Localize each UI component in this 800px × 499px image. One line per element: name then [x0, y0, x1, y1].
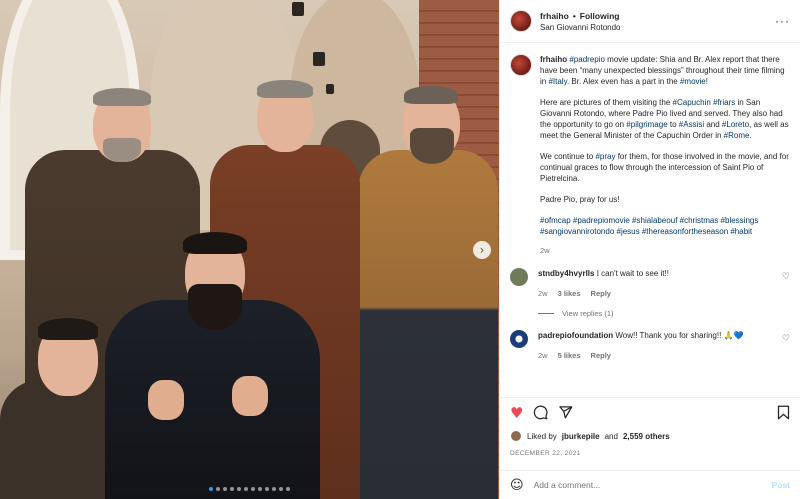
caption-hashtags[interactable]: #ofmcap #padrepiomovie #shialabeouf #chr… [540, 215, 790, 237]
carousel-dot [258, 487, 262, 491]
hashtag-link[interactable]: #padrepio [569, 55, 605, 64]
location-link[interactable]: San Giovanni Rotondo [540, 23, 621, 32]
next-slide-button[interactable]: › [473, 241, 491, 259]
view-replies-label: View replies (1) [562, 309, 614, 318]
caption-username[interactable]: frhaiho [540, 55, 567, 64]
commenter-username[interactable]: stndby4hvyrlls [538, 269, 594, 278]
hashtag-link[interactable]: #Capuchin [673, 98, 711, 107]
heart-outline-icon[interactable]: ♡ [782, 334, 790, 344]
add-comment-bar: ☺ Add a comment... Post [500, 470, 800, 499]
heart-filled-icon[interactable]: ♥ [510, 406, 523, 421]
carousel-dot [216, 487, 220, 491]
post-header: frhaiho • Following San Giovanni Rotondo… [500, 0, 800, 43]
commenter-avatar[interactable] [510, 268, 528, 286]
liker-username[interactable]: jburkepile [562, 432, 600, 441]
caption-text: . Br. Alex even has a part in the [566, 77, 680, 86]
comment-age[interactable]: 2w [538, 350, 548, 361]
caption-text: to [667, 120, 679, 129]
carousel-dot [279, 487, 283, 491]
carousel-dot [223, 487, 227, 491]
likes-others-link[interactable]: 2,559 others [623, 432, 670, 441]
hashtag-link[interactable]: #Loreto [722, 120, 749, 129]
caption-text: Here are pictures of them visiting the [540, 98, 673, 107]
post-date[interactable]: DECEMBER 22, 2021 [510, 450, 581, 457]
heart-outline-icon[interactable]: ♡ [782, 272, 790, 282]
comment-text: Wow!! Thank you for sharing!! 🙏💙 [615, 331, 744, 340]
comment-text: I can't wait to see it!! [596, 269, 669, 278]
share-icon[interactable] [558, 405, 573, 423]
separator-dot: • [572, 10, 576, 21]
post-button[interactable]: Post [772, 480, 790, 490]
carousel-dot [244, 487, 248, 491]
more-options-icon[interactable]: ··· [775, 14, 790, 28]
likes-and: and [604, 431, 618, 441]
instagram-post-modal: › frhaiho • Following San Giovanni Roton… [0, 0, 800, 499]
view-replies-button[interactable]: View replies (1) [538, 309, 790, 318]
hashtag-link[interactable]: #pilgrimage [626, 120, 667, 129]
carousel-dot [272, 487, 276, 491]
reply-button[interactable]: Reply [591, 350, 611, 361]
post-side-panel: frhaiho • Following San Giovanni Rotondo… [499, 0, 800, 499]
caption-paragraph-4: Padre Pio, pray for us! [540, 195, 620, 204]
caption-paragraph-1: #padrepio movie update: Shia and Br. Ale… [540, 55, 785, 86]
comment-likes[interactable]: 3 likes [558, 288, 581, 299]
hashtag-link[interactable]: #Italy [548, 77, 567, 86]
author-avatar[interactable] [510, 10, 532, 32]
commenter-avatar[interactable] [510, 330, 528, 348]
reply-button[interactable]: Reply [591, 288, 611, 299]
carousel-dot [286, 487, 290, 491]
hashtag-link[interactable]: #movie [680, 77, 706, 86]
carousel-dot [237, 487, 241, 491]
comment-age[interactable]: 2w [538, 288, 548, 299]
hashtag-link[interactable]: #Assisi [679, 120, 704, 129]
comment-item: stndby4hvyrlls I can't wait to see it!! … [510, 268, 790, 299]
caption-paragraph-2: Here are pictures of them visiting the #… [540, 97, 790, 141]
carousel-dots [0, 487, 499, 491]
ceiling-lamp [326, 84, 334, 94]
divider [538, 313, 554, 314]
ceiling-lamp [292, 2, 304, 16]
carousel-dot [265, 487, 269, 491]
following-button[interactable]: Following [580, 11, 620, 21]
comment-likes[interactable]: 5 likes [558, 350, 581, 361]
carousel-dot [230, 487, 234, 491]
hashtag-link[interactable]: #pray [595, 152, 615, 161]
carousel-dot [209, 487, 213, 491]
liker-avatar[interactable] [510, 430, 522, 442]
comments-scroll-area[interactable]: frhaiho #padrepio movie update: Shia and… [500, 44, 800, 397]
caption-text: We continue to [540, 152, 596, 161]
caption-age[interactable]: 2w [540, 245, 790, 256]
ceiling-lamp [313, 52, 325, 66]
caption-text: and [704, 120, 722, 129]
commenter-username[interactable]: padrepiofoundation [538, 331, 613, 340]
carousel-dot [251, 487, 255, 491]
hashtag-link[interactable]: #friars [713, 98, 735, 107]
comment-icon[interactable] [533, 405, 548, 423]
caption-text: ! [705, 77, 708, 86]
post-photo: › [0, 0, 499, 499]
author-avatar[interactable] [510, 54, 532, 76]
add-comment-input[interactable]: Add a comment... [534, 480, 601, 490]
comment-item: padrepiofoundation Wow!! Thank you for s… [510, 330, 790, 361]
caption-paragraph-3: We continue to #pray for them, for those… [540, 151, 790, 184]
chevron-right-icon: › [479, 243, 485, 257]
post-actions-bar: ♥ [500, 397, 800, 429]
caption-text: . [749, 131, 752, 140]
hashtag-link[interactable]: #Rome [724, 131, 750, 140]
emoji-icon[interactable]: ☺ [510, 478, 524, 493]
author-username[interactable]: frhaiho [540, 11, 569, 21]
caption: frhaiho #padrepio movie update: Shia and… [510, 54, 790, 256]
likes-summary: Liked by jburkepile and 2,559 others [510, 430, 670, 442]
bookmark-icon[interactable] [777, 405, 790, 423]
likes-prefix: Liked by [527, 431, 557, 441]
